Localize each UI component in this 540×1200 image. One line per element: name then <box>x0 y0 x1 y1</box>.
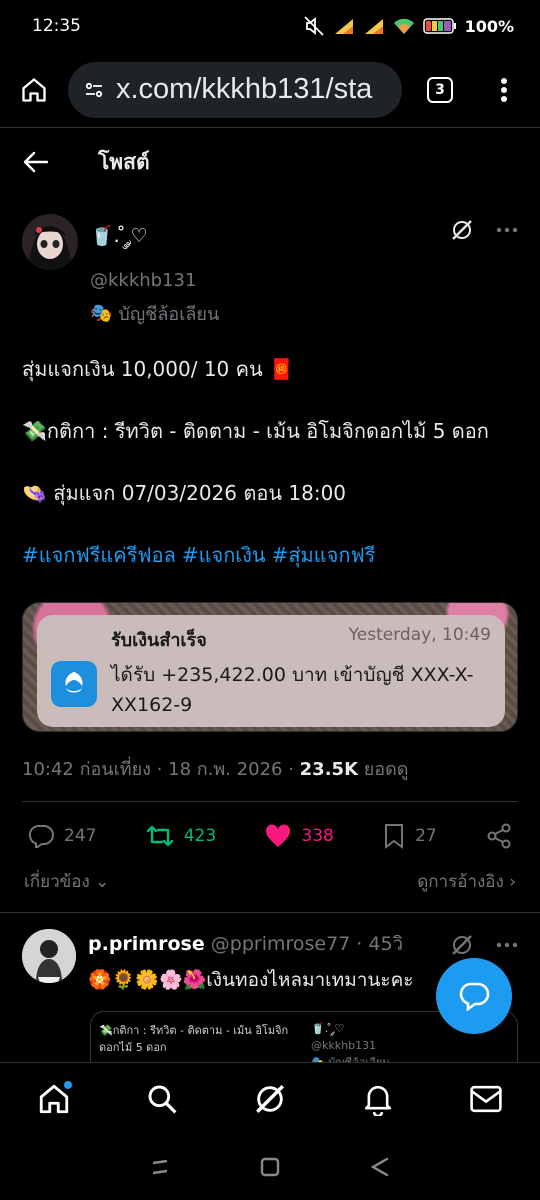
post-text: สุ่มแจกเงิน 10,000/ 10 คน 🧧 💸กติกา : รีท… <box>0 354 540 571</box>
post-actions: 247 423 338 27 <box>0 802 540 870</box>
post-text-line: 👒 สุ่มแจก 07/03/2026 ตอน 18:00 <box>22 481 347 505</box>
address-bar[interactable]: x.com/kkkhb131/sta <box>68 61 402 118</box>
tab-switcher-button[interactable]: 3 <box>406 76 474 103</box>
browser-menu-button[interactable] <box>474 77 534 103</box>
page-title: โพสต์ <box>98 149 150 174</box>
reply-header: p.primrose @pprimrose77 · 45วิ <box>88 929 414 959</box>
grok-icon[interactable] <box>450 218 474 242</box>
reply-text: 🏵️🌻🌼🌸🌺เงินทองไหลมาเทมานะคะ <box>88 969 414 991</box>
status-time: 12:35 <box>32 16 81 36</box>
reply-button[interactable]: 247 <box>28 824 96 848</box>
mask-icon: 🎭 <box>90 303 113 324</box>
home-square-icon[interactable] <box>259 1156 281 1178</box>
nav-home[interactable] <box>24 1069 84 1129</box>
reply-bubble-icon <box>459 982 490 1011</box>
quoted-author-handle: @kkkhb131 <box>311 1039 377 1052</box>
battery-percent: 100% <box>464 16 514 36</box>
author-display-name[interactable]: 🥤. ̊ ༘♡ <box>90 214 219 268</box>
nav-search[interactable] <box>132 1069 192 1129</box>
repost-icon <box>146 825 173 847</box>
more-vertical-icon <box>501 77 507 102</box>
browser-home-button[interactable] <box>0 52 68 128</box>
bank-app-icon <box>51 661 97 707</box>
repost-count: 423 <box>183 826 217 846</box>
notification-message: ได้รับ +235,422.00 บาท เข้าบัญชี XXX-X-X… <box>111 664 474 716</box>
battery-icon <box>422 18 456 34</box>
mute-icon <box>303 16 324 36</box>
view-quotes-label: ดูการอ้างอิง <box>417 872 504 892</box>
site-settings-icon[interactable] <box>82 78 106 102</box>
post-meta: 10:42 ก่อนเที่ยง · 18 ก.พ. 2026 · 23.5K … <box>0 754 540 783</box>
notification-title: รับเงินสำเร็จ <box>111 630 207 651</box>
post-text-line: 💸กติกา : รีทวิต - ติดตาม - เม้น อิโมจิกด… <box>22 419 489 443</box>
hashtag-link[interactable]: #สุ่มแจกฟรี <box>272 543 376 567</box>
reply-author-name[interactable]: p.primrose <box>88 933 205 955</box>
arrow-left-icon <box>23 151 49 173</box>
share-icon <box>487 823 511 849</box>
nav-grok[interactable] <box>240 1069 300 1129</box>
post-image[interactable]: รับเงินสำเร็จ Yesterday, 10:49 ได้รับ +2… <box>22 602 518 732</box>
notification-dot <box>64 1080 72 1089</box>
post-author: 🥤. ̊ ༘♡ @kkkhb131 🎭 บัญชีล้อเลียน <box>0 206 540 328</box>
home-icon <box>22 77 46 102</box>
browser-toolbar: x.com/kkkhb131/sta 3 <box>0 52 540 128</box>
grok-icon <box>256 1084 284 1113</box>
hashtag-link[interactable]: #แจกฟรีแค่รีฟอล <box>22 543 176 567</box>
post-timestamp[interactable]: 10:42 ก่อนเที่ยง · 18 ก.พ. 2026 · <box>22 759 300 780</box>
views-count: 23.5K <box>299 759 359 780</box>
more-horizontal-icon[interactable] <box>496 227 518 233</box>
avatar[interactable] <box>22 214 78 270</box>
related-row: เกี่ยวข้อง ⌄ ดูการอ้างอิง › <box>0 868 540 895</box>
parody-label: 🎭 บัญชีล้อเลียน <box>90 299 219 328</box>
mail-icon <box>470 1085 502 1112</box>
search-icon <box>148 1085 177 1113</box>
status-bar: 12:35 100% <box>0 0 540 52</box>
reply-handle-time[interactable]: @pprimrose77 · 45วิ <box>205 933 403 955</box>
hashtag-link[interactable]: #แจกเงิน <box>182 543 266 567</box>
reply-count: 247 <box>64 826 97 846</box>
nav-notifications[interactable] <box>348 1069 408 1129</box>
system-nav-bar <box>0 1134 540 1200</box>
related-label: เกี่ยวข้อง <box>24 872 90 892</box>
quoted-text: 💸กติกา : รีทวิต - ติดตาม - เม้น อิโมจิก … <box>99 1024 289 1054</box>
post-header: โพสต์ <box>0 130 540 194</box>
back-triangle-icon[interactable] <box>369 1156 391 1178</box>
hashtags: #แจกฟรีแค่รีฟอล #แจกเงิน #สุ่มแจกฟรี <box>22 540 518 571</box>
like-count: 338 <box>301 826 334 846</box>
views-label: ยอดดู <box>358 759 409 780</box>
quoted-author-name: 🥤. ̊ ༘♡ <box>311 1022 345 1035</box>
repost-button[interactable]: 423 <box>146 824 216 848</box>
view-quotes-link[interactable]: ดูการอ้างอิง › <box>417 868 516 895</box>
like-button[interactable]: 338 <box>265 824 334 848</box>
main-post: 🥤. ̊ ༘♡ @kkkhb131 🎭 บัญชีล้อเลียน สุ่มแจ… <box>0 206 540 895</box>
related-dropdown[interactable]: เกี่ยวข้อง ⌄ <box>24 868 109 895</box>
post-text-line: สุ่มแจกเงิน 10,000/ 10 คน 🧧 <box>22 357 294 381</box>
parody-label-text: บัญชีล้อเลียน <box>118 304 220 325</box>
reply-icon <box>28 825 54 848</box>
url-text: x.com/kkkhb131/sta <box>116 73 373 105</box>
recent-apps-icon[interactable] <box>149 1157 171 1177</box>
reply-avatar[interactable] <box>22 929 76 983</box>
bottom-nav <box>0 1062 540 1134</box>
status-icons: 100% <box>303 16 514 36</box>
author-handle[interactable]: @kkkhb131 <box>90 270 219 291</box>
compose-reply-button[interactable] <box>436 958 512 1034</box>
bank-notification: รับเงินสำเร็จ Yesterday, 10:49 ได้รับ +2… <box>37 615 505 727</box>
signal-icon-2 <box>364 19 383 34</box>
share-button[interactable] <box>486 823 512 849</box>
nav-messages[interactable] <box>456 1069 516 1129</box>
more-horizontal-icon[interactable] <box>496 942 518 948</box>
back-button[interactable] <box>0 151 72 173</box>
bookmark-icon <box>385 824 404 849</box>
wifi-icon <box>393 18 414 34</box>
heart-icon <box>266 824 291 847</box>
signal-icon <box>334 19 353 34</box>
grok-icon[interactable] <box>450 933 474 957</box>
bookmark-button[interactable]: 27 <box>383 823 437 849</box>
notification-time: Yesterday, 10:49 <box>348 625 491 645</box>
bell-icon <box>364 1085 392 1116</box>
tab-count: 3 <box>427 76 453 103</box>
bookmark-count: 27 <box>415 826 437 846</box>
